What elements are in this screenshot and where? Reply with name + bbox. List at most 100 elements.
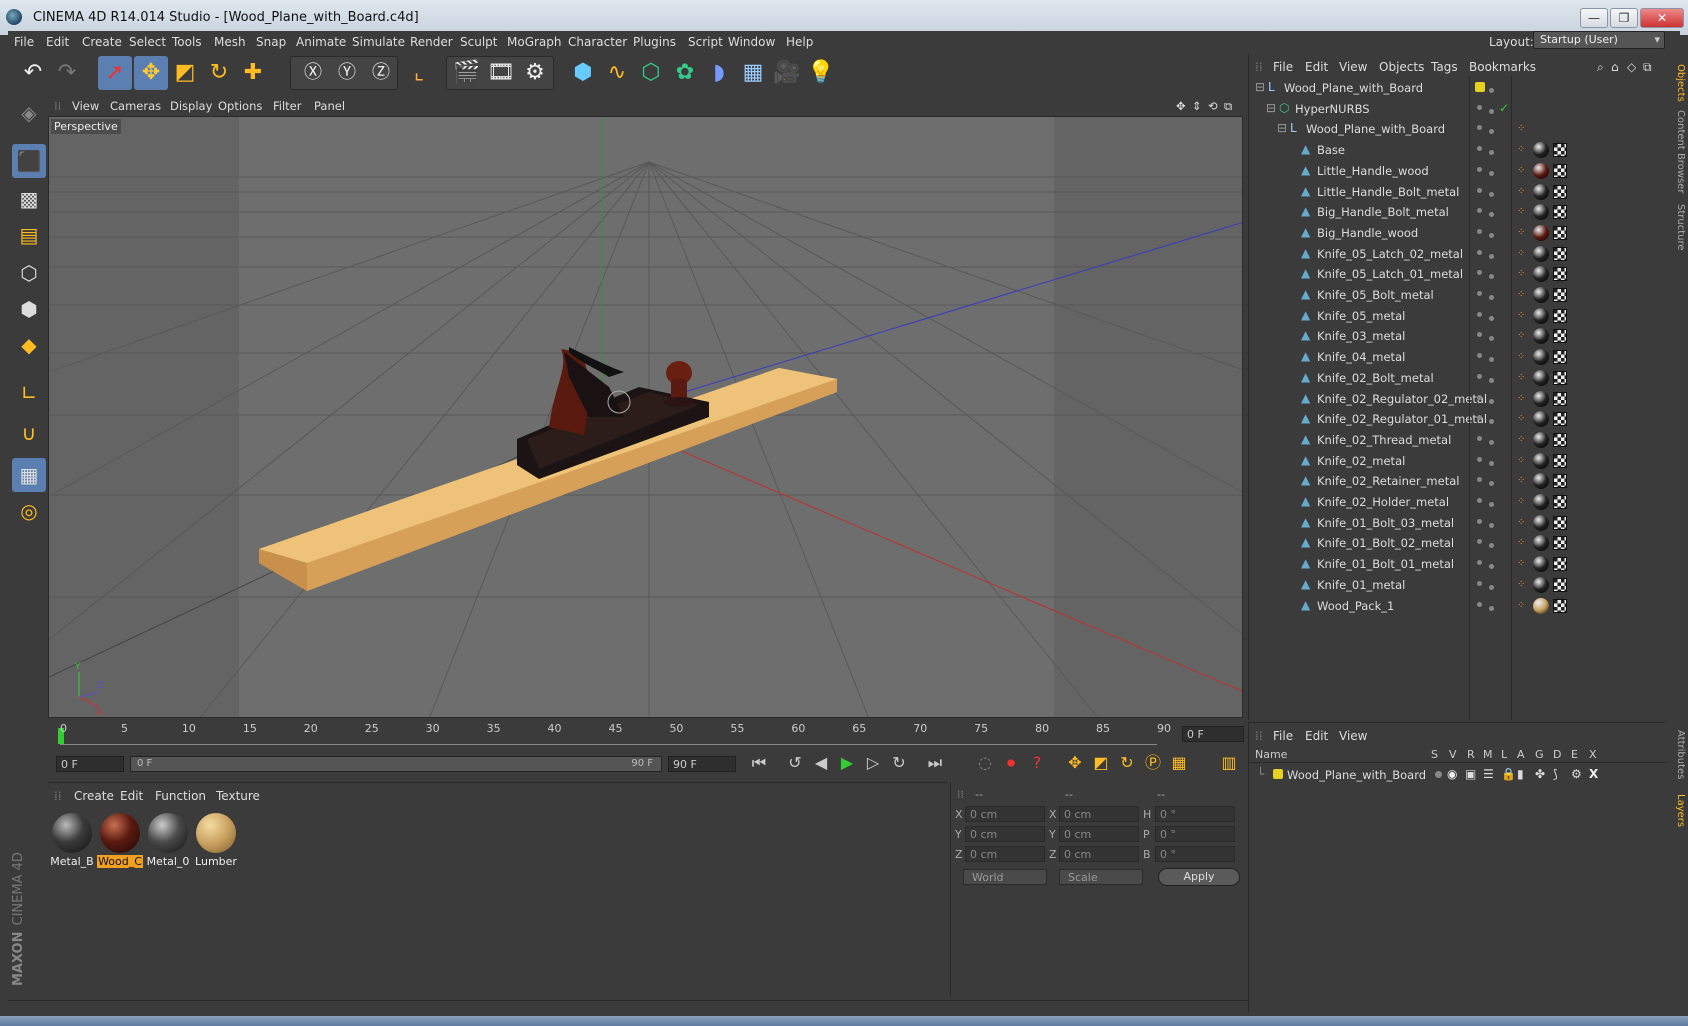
editor-visibility-dot[interactable] — [1477, 601, 1482, 607]
uvw-tag-icon[interactable] — [1553, 143, 1567, 158]
object-row[interactable]: ▲ Knife_02_Holder_metal ⁘ — [1249, 492, 1667, 512]
light-icon[interactable]: 💡 — [804, 56, 838, 90]
object-row[interactable]: ⊟ L Wood_Plane_with_Board — [1249, 78, 1667, 98]
nurbs-icon[interactable]: ⬡ — [634, 56, 668, 90]
edges-mode-icon[interactable]: ⬢ — [12, 292, 46, 326]
uvw-tag-icon[interactable] — [1553, 163, 1567, 178]
uvw-tag-icon[interactable] — [1553, 432, 1567, 447]
coordinate-system-icon[interactable]: ⌞ — [402, 56, 436, 90]
menu-animate[interactable]: Animate — [296, 35, 346, 49]
viewport-menu-options[interactable]: Options — [218, 99, 262, 113]
material-menu-create[interactable]: Create — [74, 789, 114, 803]
layer-col-render[interactable]: R — [1467, 748, 1475, 761]
viewport-menu-filter[interactable]: Filter — [273, 99, 301, 113]
uvw-tag-icon[interactable] — [1553, 557, 1567, 572]
render-visibility-dot[interactable] — [1489, 439, 1494, 445]
apply-button[interactable]: Apply — [1158, 868, 1240, 886]
object-row[interactable]: ▲ Knife_02_Regulator_02_metal ⁘ — [1249, 389, 1667, 409]
start-frame-field[interactable]: 0 F — [56, 756, 124, 772]
editor-visibility-dot[interactable] — [1477, 187, 1482, 193]
tab-structure[interactable]: Structure — [1670, 204, 1686, 251]
render-visibility-dot[interactable] — [1489, 460, 1494, 466]
material-tag-icon[interactable] — [1533, 576, 1549, 593]
object-row[interactable]: ▲ Knife_03_metal ⁘ — [1249, 326, 1667, 346]
render-visibility-dot[interactable] — [1489, 274, 1494, 280]
menu-help[interactable]: Help — [786, 35, 813, 49]
expand-toggle-icon[interactable] — [1288, 143, 1300, 155]
timeline-window-icon[interactable]: ▥ — [1216, 750, 1242, 776]
frame-range-slider[interactable]: 0 F 90 F — [130, 756, 662, 772]
uvw-tag-icon[interactable] — [1553, 267, 1567, 282]
previous-frame-icon[interactable]: ◀ — [808, 750, 834, 776]
layer-manager-icon[interactable]: ☰ — [1483, 768, 1495, 780]
editor-visibility-dot[interactable] — [1477, 291, 1482, 296]
object-row[interactable]: ▲ Knife_01_Bolt_03_metal ⁘ — [1249, 513, 1667, 533]
expand-toggle-icon[interactable] — [1288, 516, 1300, 528]
object-row[interactable]: ▲ Big_Handle_wood ⁘ — [1249, 223, 1667, 243]
viewport-menu-display[interactable]: Display — [170, 99, 212, 113]
material-tag-icon[interactable] — [1533, 369, 1549, 386]
menu-edit[interactable]: Edit — [46, 35, 69, 49]
uvw-tag-icon[interactable] — [1553, 577, 1567, 592]
rotation-h-field[interactable]: 0 ° — [1155, 806, 1235, 822]
material-swatch[interactable]: Metal_B — [49, 811, 95, 868]
object-row[interactable]: ▲ Knife_02_Retainer_metal ⁘ — [1249, 471, 1667, 491]
key-rotation-icon[interactable]: ↻ — [1114, 750, 1140, 776]
workplane-icon[interactable]: ▤ — [12, 218, 46, 252]
phong-tag-icon[interactable]: ⁘ — [1517, 455, 1525, 466]
object-row[interactable]: ▲ Knife_04_metal ⁘ — [1249, 347, 1667, 367]
maximize-button[interactable]: ❐ — [1610, 8, 1638, 28]
uvw-tag-icon[interactable] — [1553, 205, 1567, 220]
render-picture-viewer-icon[interactable]: 🎞 — [484, 56, 518, 90]
layer-visible-icon[interactable]: ◉ — [1447, 768, 1459, 780]
phong-tag-icon[interactable]: ⁘ — [1517, 310, 1525, 321]
position-y-field[interactable]: 0 cm — [965, 826, 1045, 842]
material-tag-icon[interactable] — [1533, 162, 1549, 179]
position-z-field[interactable]: 0 cm — [965, 846, 1045, 862]
phong-tag-icon[interactable]: ⁘ — [1517, 558, 1525, 569]
layer-col-expressions[interactable]: E — [1571, 748, 1578, 761]
render-visibility-dot[interactable] — [1489, 212, 1494, 218]
layer-render-icon[interactable]: ▣ — [1465, 768, 1477, 780]
tab-content-browser[interactable]: Content Browser — [1670, 110, 1686, 193]
size-x-field[interactable]: 0 cm — [1059, 806, 1139, 822]
expand-toggle-icon[interactable] — [1288, 226, 1300, 238]
phong-tag-icon[interactable]: ⁘ — [1517, 600, 1525, 611]
expand-toggle-icon[interactable] — [1288, 536, 1300, 548]
z-axis-lock-icon[interactable]: Ⓩ — [364, 56, 398, 90]
rotation-b-field[interactable]: 0 ° — [1155, 846, 1235, 862]
layout-select[interactable]: Startup (User) — [1533, 31, 1665, 49]
render-visibility-dot[interactable] — [1489, 295, 1494, 300]
uvw-tag-icon[interactable] — [1553, 391, 1567, 406]
render-visibility-dot[interactable] — [1489, 108, 1494, 114]
floor-icon[interactable]: ▦ — [736, 56, 770, 90]
axis-mode-icon[interactable]: ∟ — [12, 376, 46, 410]
material-tag-icon[interactable] — [1533, 431, 1549, 448]
phong-tag-icon[interactable]: ⁘ — [1517, 206, 1525, 217]
uvw-tag-icon[interactable] — [1553, 370, 1567, 385]
phong-tag-icon[interactable]: ⁘ — [1517, 268, 1525, 279]
object-row[interactable]: ▲ Knife_05_Latch_02_metal ⁘ — [1249, 244, 1667, 264]
render-visibility-dot[interactable] — [1489, 398, 1494, 404]
minimize-button[interactable]: — — [1580, 8, 1608, 28]
phong-tag-icon[interactable]: ⁘ — [1517, 434, 1525, 445]
key-pla-icon[interactable]: ▦ — [1166, 750, 1192, 776]
expand-toggle-icon[interactable] — [1288, 205, 1300, 217]
render-visibility-dot[interactable] — [1489, 543, 1494, 549]
object-row[interactable]: ▲ Knife_01_metal ⁘ — [1249, 575, 1667, 595]
render-visibility-dot[interactable] — [1489, 253, 1494, 259]
object-menu-bookmarks[interactable]: Bookmarks — [1469, 60, 1536, 74]
y-axis-lock-icon[interactable]: Ⓨ — [330, 56, 364, 90]
object-row[interactable]: ▲ Knife_05_Bolt_metal ⁘ — [1249, 285, 1667, 305]
locked-workplane-icon[interactable]: ▦ — [12, 458, 46, 492]
object-row[interactable]: ▲ Knife_02_Regulator_01_metal ⁘ — [1249, 409, 1667, 429]
points-mode-icon[interactable]: ⬡ — [12, 256, 46, 290]
size-mode-select[interactable]: Scale — [1059, 869, 1143, 885]
phong-tag-icon[interactable]: ⁘ — [1517, 165, 1525, 176]
render-visibility-dot[interactable] — [1489, 150, 1494, 156]
layer-col-visible[interactable]: V — [1449, 748, 1457, 761]
material-tag-icon[interactable] — [1533, 142, 1549, 159]
material-tag-icon[interactable] — [1533, 473, 1549, 490]
camera-icon[interactable]: 🎥 — [770, 56, 804, 90]
filter-icon[interactable]: ◇ — [1627, 60, 1636, 74]
